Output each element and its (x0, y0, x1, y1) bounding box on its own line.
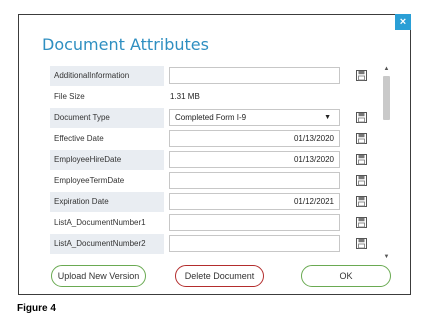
ok-button[interactable]: OK (301, 265, 391, 287)
attribute-label: AdditionalInformation (50, 65, 164, 86)
scroll-down-arrow-icon[interactable]: ▼ (381, 253, 392, 262)
document-type-select[interactable]: Completed Form I-9 ▼ (169, 109, 340, 126)
figure-caption: Figure 4 (17, 303, 56, 314)
delete-document-button[interactable]: Delete Document (175, 265, 264, 287)
attribute-row: AdditionalInformation (50, 65, 411, 86)
attribute-input[interactable] (169, 67, 340, 84)
floppy-disk-icon[interactable] (340, 129, 382, 149)
floppy-disk-icon[interactable] (340, 150, 382, 170)
attribute-list[interactable]: AdditionalInformation File Size 1.31 MB Doc… (50, 65, 411, 263)
attribute-input[interactable]: 01/13/2020 (169, 130, 340, 147)
attribute-row: Document Type Completed Form I-9 ▼ (50, 107, 411, 128)
attribute-input[interactable] (169, 235, 340, 252)
attribute-row: Expiration Date 01/12/2021 (50, 191, 411, 212)
upload-new-version-button[interactable]: Upload New Version (51, 265, 146, 287)
floppy-disk-icon[interactable] (340, 108, 382, 128)
floppy-disk-icon[interactable] (340, 66, 382, 86)
attribute-label: Document Type (50, 107, 164, 128)
attribute-row: EmployeeHireDate 01/13/2020 (50, 149, 411, 170)
attribute-row: ListA_DocumentNumber1 (50, 212, 411, 233)
scroll-up-arrow-icon[interactable]: ▲ (381, 65, 392, 74)
scroll-thumb[interactable] (383, 76, 390, 120)
attribute-input[interactable]: 01/12/2021 (169, 193, 340, 210)
vertical-scrollbar[interactable]: ▲ ▼ (381, 65, 392, 262)
floppy-disk-icon[interactable] (340, 192, 382, 212)
floppy-disk-icon[interactable] (340, 213, 382, 233)
floppy-disk-icon[interactable] (340, 234, 382, 254)
attribute-label: EmployeeHireDate (50, 149, 164, 170)
select-value: Completed Form I-9 (175, 113, 247, 122)
attribute-label: Effective Date (54, 134, 104, 143)
attribute-static-value: 1.31 MB (170, 92, 200, 101)
attribute-label: EmployeeTermDate (54, 176, 125, 185)
attribute-input[interactable] (169, 214, 340, 231)
attribute-input[interactable] (169, 172, 340, 189)
attribute-row: ListA_DocumentNumber2 (50, 233, 411, 254)
attribute-label: ListA_DocumentNumber1 (54, 218, 146, 227)
dialog-title: Document Attributes (42, 35, 209, 54)
attribute-input[interactable]: 01/13/2020 (169, 151, 340, 168)
attribute-label: ListA_DocumentNumber2 (50, 233, 164, 254)
dropdown-caret-icon[interactable]: ▼ (324, 114, 331, 121)
floppy-disk-icon[interactable] (340, 171, 382, 191)
attribute-label: File Size (54, 92, 85, 101)
attribute-row: EmployeeTermDate (50, 170, 411, 191)
document-attributes-dialog: × Document Attributes AdditionalInformat… (18, 14, 411, 295)
attribute-row: Effective Date 01/13/2020 (50, 128, 411, 149)
close-button[interactable]: × (395, 14, 411, 30)
empty-save-cell (340, 87, 382, 107)
attribute-label: Expiration Date (50, 191, 164, 212)
attribute-row: File Size 1.31 MB (50, 86, 411, 107)
